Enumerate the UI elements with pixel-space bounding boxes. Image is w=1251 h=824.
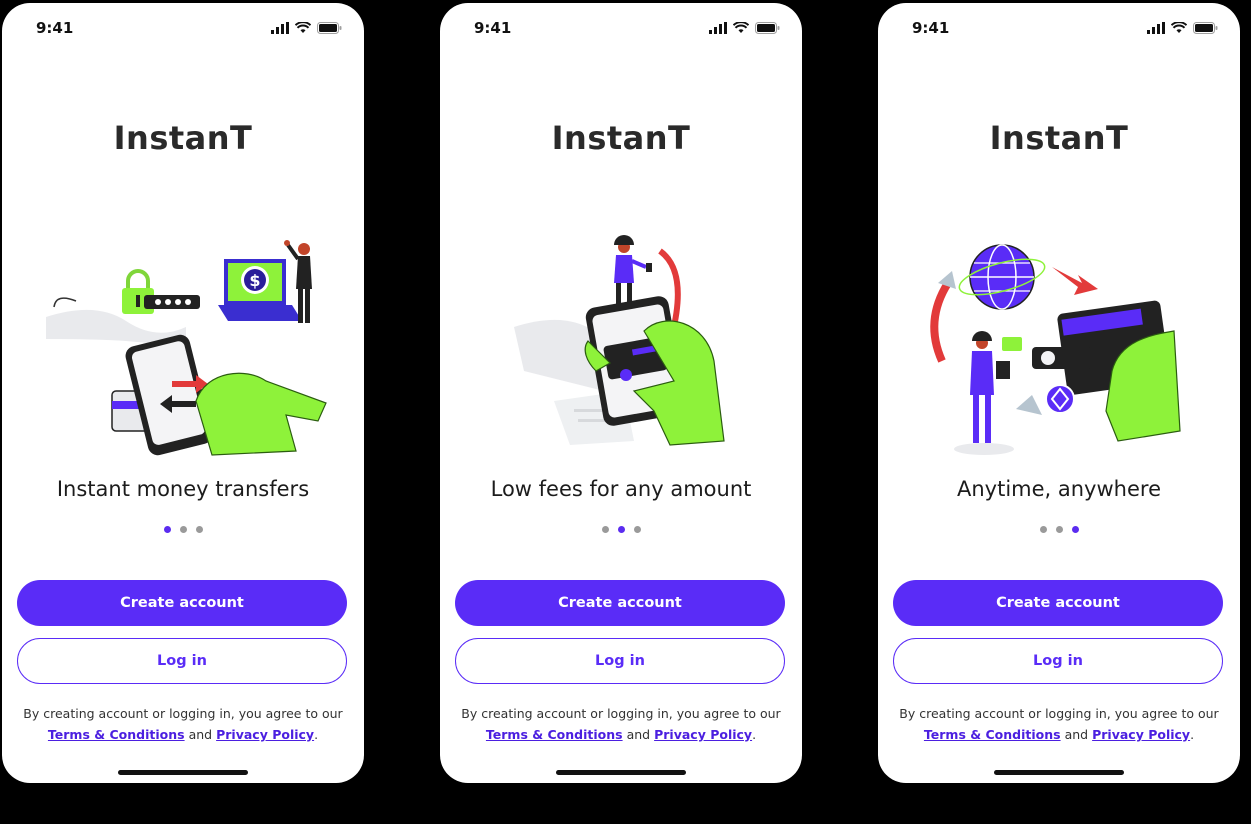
- page-dot-1[interactable]: [601, 526, 609, 533]
- status-bar: 9:41: [440, 19, 802, 41]
- app-title: InstanT: [989, 119, 1129, 157]
- app-title: InstanT: [551, 119, 691, 157]
- app-title: InstanT: [113, 119, 253, 157]
- svg-text:$: $: [249, 271, 260, 290]
- status-time: 9:41: [36, 19, 74, 37]
- create-account-button[interactable]: Create account: [17, 580, 347, 626]
- legal-notice: By creating account or logging in, you a…: [23, 706, 343, 742]
- page-dot-1[interactable]: [1039, 526, 1047, 533]
- globe-icon: [958, 244, 1046, 310]
- battery-icon: [755, 22, 780, 34]
- battery-icon: [317, 22, 342, 34]
- money-transfer-illustration: $: [46, 240, 327, 456]
- phone-screen-3: 9:41 InstanT Anytime, anywhere Create ac…: [878, 3, 1240, 783]
- laptop-icon: $: [218, 259, 302, 321]
- terms-link[interactable]: Terms & Conditions: [924, 727, 1061, 742]
- page-dot-1[interactable]: [163, 526, 171, 533]
- status-bar: 9:41: [2, 19, 364, 41]
- create-account-button[interactable]: Create account: [455, 580, 785, 626]
- page-indicator[interactable]: [440, 526, 802, 533]
- slide-caption: Instant money transfers: [56, 477, 310, 501]
- phone-screen-2: 9:41 InstanT Low fees for any amount Cre…: [440, 3, 802, 783]
- page-indicator[interactable]: [878, 526, 1240, 533]
- battery-icon: [1193, 22, 1218, 34]
- page-dot-2[interactable]: [179, 526, 187, 533]
- wifi-icon: [295, 22, 311, 33]
- page-dot-2[interactable]: [1055, 526, 1063, 533]
- woman-with-tablet-figure: [954, 331, 1022, 455]
- slide-caption: Low fees for any amount: [490, 477, 752, 501]
- home-indicator[interactable]: [118, 770, 248, 775]
- legal-notice: By creating account or logging in, you a…: [899, 706, 1219, 742]
- signal-icon: [271, 22, 289, 34]
- privacy-link[interactable]: Privacy Policy: [1092, 727, 1190, 742]
- page-dot-3[interactable]: [195, 526, 203, 533]
- status-time: 9:41: [912, 19, 950, 37]
- token-coin-icon: [1045, 384, 1075, 414]
- terms-link[interactable]: Terms & Conditions: [486, 727, 623, 742]
- terms-link[interactable]: Terms & Conditions: [48, 727, 185, 742]
- page-indicator[interactable]: [2, 526, 364, 533]
- anytime-anywhere-illustration: [930, 244, 1181, 455]
- signal-icon: [709, 22, 727, 34]
- legal-notice: By creating account or logging in, you a…: [461, 706, 781, 742]
- create-account-button[interactable]: Create account: [893, 580, 1223, 626]
- log-in-button[interactable]: Log in: [455, 638, 785, 684]
- page-dot-3[interactable]: [1071, 526, 1079, 533]
- privacy-link[interactable]: Privacy Policy: [654, 727, 752, 742]
- privacy-link[interactable]: Privacy Policy: [216, 727, 314, 742]
- wifi-icon: [733, 22, 749, 33]
- low-fees-illustration: [514, 235, 725, 446]
- page-dot-2[interactable]: [617, 526, 625, 533]
- home-indicator[interactable]: [994, 770, 1124, 775]
- log-in-button[interactable]: Log in: [893, 638, 1223, 684]
- status-time: 9:41: [474, 19, 512, 37]
- phone-screen-1: 9:41 InstanT $ Instant money transfers C…: [2, 3, 364, 783]
- signal-icon: [1147, 22, 1165, 34]
- slide-caption: Anytime, anywhere: [956, 477, 1161, 501]
- home-indicator[interactable]: [556, 770, 686, 775]
- page-dot-3[interactable]: [633, 526, 641, 533]
- wifi-icon: [1171, 22, 1187, 33]
- log-in-button[interactable]: Log in: [17, 638, 347, 684]
- status-bar: 9:41: [878, 19, 1240, 41]
